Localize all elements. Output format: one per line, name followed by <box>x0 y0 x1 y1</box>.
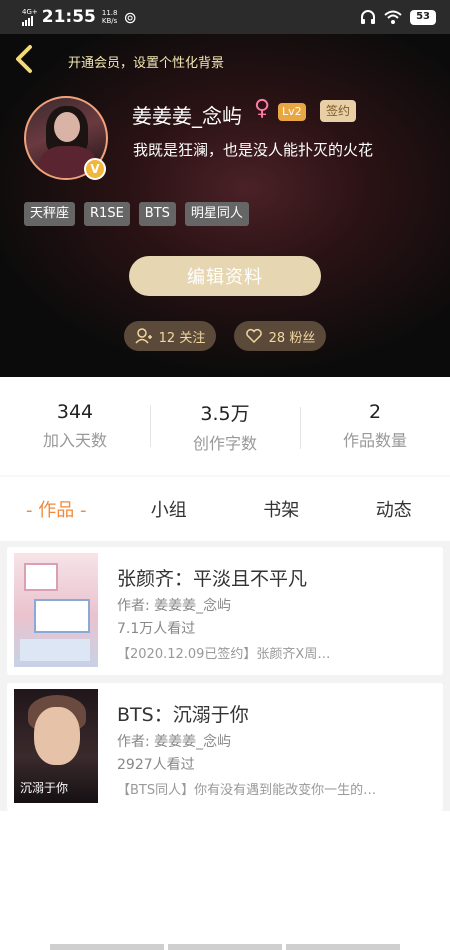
cover-photo <box>34 599 90 633</box>
network-speed: 11.8 KB/s <box>102 9 118 25</box>
nav-indicator-segment <box>168 944 282 950</box>
cover-photo <box>20 639 90 661</box>
empty-area <box>0 811 450 950</box>
verified-badge: V <box>84 158 106 180</box>
heart-icon <box>245 328 262 344</box>
following-button[interactable]: 12 关注 <box>124 321 216 351</box>
cover-face <box>34 707 80 765</box>
work-title: BTS：沉溺于你 <box>117 704 249 726</box>
tab-activity[interactable]: 动态 <box>338 496 450 522</box>
user-bio: 我既是狂澜，也是没人能扑灭的火花 <box>133 141 374 159</box>
work-card[interactable]: 沉溺于你 BTS：沉溺于你 作者: 姜姜姜_念屿 2927人看过 【BTS同人】… <box>7 683 443 811</box>
tab-groups[interactable]: 小组 <box>113 496 226 522</box>
work-title: 张颜齐：平淡且不平凡 <box>117 568 308 590</box>
nav-indicator-segment <box>50 944 164 950</box>
stat-label: 创作字数 <box>192 433 257 453</box>
data-saver-icon: ⊚ <box>123 7 137 27</box>
headphones-icon <box>361 10 376 24</box>
stat-join-days: 344 加入天数 <box>0 401 150 451</box>
vip-background-link[interactable]: 开通会员，设置个性化背景 <box>68 52 224 71</box>
signed-badge: 签约 <box>320 100 357 122</box>
tag-item: 天秤座 <box>24 202 76 226</box>
tag-list: 天秤座 R1SE BTS 明星同人 <box>24 202 249 226</box>
avatar-face <box>54 112 80 142</box>
work-author: 作者: 姜姜姜_念屿 <box>117 598 232 614</box>
navigation-indicator <box>50 944 400 950</box>
work-card[interactable]: 张颜齐：平淡且不平凡 作者: 姜姜姜_念屿 7.1万人看过 【2020.12.0… <box>7 547 443 675</box>
fans-button[interactable]: 28 粉丝 <box>234 321 326 351</box>
stat-word-count: 3.5万 创作字数 <box>150 399 300 454</box>
cover-photo <box>24 563 58 591</box>
work-views: 7.1万人看过 <box>117 621 196 637</box>
tab-works[interactable]: - 作品 - <box>0 496 113 522</box>
work-cover: 沉溺于你 <box>14 689 98 803</box>
back-icon[interactable] <box>12 44 36 74</box>
clock: 21:55 <box>41 7 96 27</box>
stat-value: 344 <box>56 401 94 423</box>
battery-indicator: 53 <box>410 9 436 25</box>
works-list: 张颜齐：平淡且不平凡 作者: 姜姜姜_念屿 7.1万人看过 【2020.12.0… <box>0 541 450 811</box>
stat-label: 加入天数 <box>42 431 107 450</box>
signal-indicator: 4G+ <box>22 7 38 26</box>
tab-bookshelf[interactable]: 书架 <box>225 496 338 522</box>
female-gender-icon: ♀ <box>254 96 271 121</box>
status-bar: 4G+ 21:55 11.8 KB/s ⊚ 53 <box>0 0 450 34</box>
work-description: 【2020.12.09已签约】张颜齐X周… <box>117 647 331 662</box>
add-user-icon <box>135 328 152 344</box>
work-views: 2927人看过 <box>117 757 195 773</box>
stat-works-count: 2 作品数量 <box>300 401 450 451</box>
following-count: 12 关注 <box>158 330 206 346</box>
network-type: 4G+ <box>22 7 38 16</box>
signal-icon <box>22 15 33 26</box>
level-badge: Lv2 <box>278 103 306 121</box>
network-speed-unit: KB/s <box>101 17 118 25</box>
wifi-icon <box>384 10 402 24</box>
stat-label: 作品数量 <box>342 431 407 450</box>
network-speed-value: 11.8 <box>101 9 118 17</box>
tag-item: BTS <box>138 202 176 226</box>
stats-bar: 344 加入天数 3.5万 创作字数 2 作品数量 <box>0 377 450 475</box>
edit-profile-button[interactable]: 编辑资料 <box>129 256 321 296</box>
work-description: 【BTS同人】你有没有遇到能改变你一生的… <box>117 783 377 798</box>
cover-text: 沉溺于你 <box>20 781 69 795</box>
tag-item: 明星同人 <box>184 202 249 226</box>
stat-value: 2 <box>368 401 382 423</box>
fans-count: 28 粉丝 <box>268 330 316 346</box>
work-author: 作者: 姜姜姜_念屿 <box>117 734 232 750</box>
nav-indicator-segment <box>286 944 400 950</box>
stat-value: 3.5万 <box>200 402 250 425</box>
tag-item: R1SE <box>84 202 130 226</box>
profile-header: 开通会员，设置个性化背景 V 姜姜姜_念屿 ♀ Lv2 签约 我既是狂澜，也是没… <box>0 34 450 377</box>
username: 姜姜姜_念屿 <box>132 104 242 128</box>
tab-bar: - 作品 - 小组 书架 动态 <box>0 477 450 541</box>
work-cover <box>14 553 98 667</box>
